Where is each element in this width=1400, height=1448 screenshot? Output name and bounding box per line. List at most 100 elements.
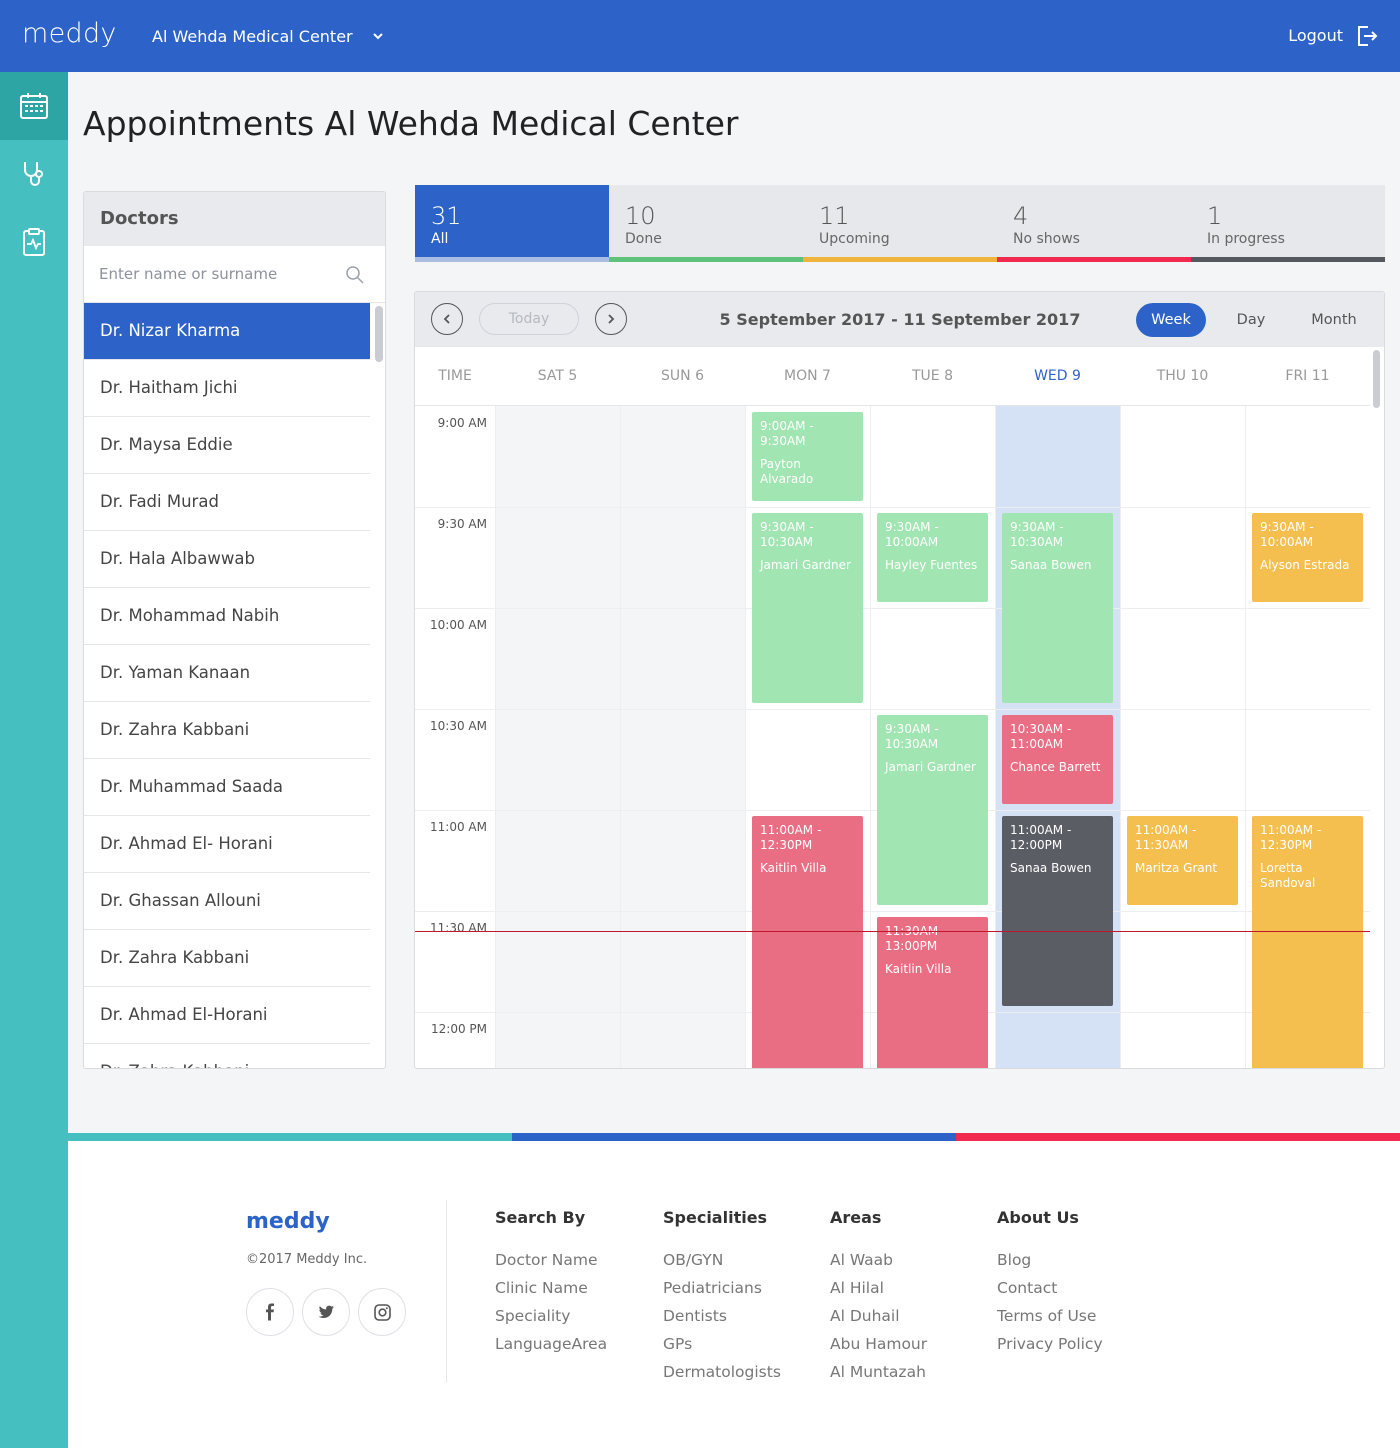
day-column[interactable] [620,406,745,1068]
status-count: 1 [1207,202,1223,230]
footer-link[interactable]: Al Hilal [830,1274,927,1302]
appointment-card[interactable]: 11:00AM - 12:30PM Loretta Sandoval [1252,816,1363,1068]
time-label: 9:30 AM [437,517,487,531]
doctor-list-item[interactable]: Dr. Ahmad El- Horani [84,816,370,873]
prev-week-button[interactable] [431,303,463,335]
clinic-selector[interactable]: Al Wehda Medical Center [152,27,353,46]
status-bar [609,257,803,262]
doctor-list-item[interactable]: Dr. Mohammad Nabih [84,588,370,645]
day-header[interactable]: WED 9 [995,347,1120,406]
appointment-card[interactable]: 11:30AM - 13:00PM Kaitlin Villa [877,917,988,1068]
sidebar-item-doctors[interactable] [0,140,68,208]
status-tab-in-progress[interactable]: 1 In progress [1191,185,1385,262]
appointment-card[interactable]: 11:00AM - 12:30PM Kaitlin Villa [752,816,863,1068]
appointment-patient: Hayley Fuentes [885,558,978,572]
status-label: In progress [1207,231,1285,247]
status-bar [997,257,1191,262]
day-header[interactable]: MON 7 [745,347,870,406]
next-week-button[interactable] [595,303,627,335]
calendar-toolbar: Today 5 September 2017 - 11 September 20… [415,292,1384,347]
footer-link[interactable]: Abu Hamour [830,1330,927,1358]
day-column[interactable] [1120,406,1245,1068]
footer-link[interactable]: Al Muntazah [830,1358,927,1386]
footer-column: Specialities OB/GYN Pediatricians Dentists G… [663,1208,781,1386]
footer-link[interactable]: Al Waab [830,1246,927,1274]
appointment-card[interactable]: 9:30AM - 10:30AM Sanaa Bowen [1002,513,1113,703]
footer-link[interactable]: Speciality [495,1302,607,1330]
footer-link[interactable]: LanguageArea [495,1330,607,1358]
doctor-list-item[interactable]: Dr. Muhammad Saada [84,759,370,816]
appointment-card[interactable]: 10:30AM - 11:00AM Chance Barrett [1002,715,1113,804]
doctor-list-item[interactable]: Dr. Yaman Kanaan [84,645,370,702]
doctor-list-item[interactable]: Dr. Maysa Eddie [84,417,370,474]
time-label: 9:00 AM [437,416,487,430]
today-button[interactable]: Today [479,303,579,335]
appointment-patient: Sanaa Bowen [1010,861,1092,875]
appointment-card[interactable]: 11:00AM - 11:30AM Maritza Grant [1127,816,1238,905]
doctor-search-input[interactable] [84,246,384,302]
status-tab-done[interactable]: 10 Done [609,185,803,262]
status-tab-no-shows[interactable]: 4 No shows [997,185,1191,262]
doctor-list-item[interactable]: Dr. Haitham Jichi [84,360,370,417]
sidebar-item-reports[interactable] [0,208,68,276]
chevron-down-icon[interactable] [372,30,384,42]
appointment-time: 9:30AM - 10:00AM [885,520,939,549]
appointment-patient: Loretta Sandoval [1260,861,1316,890]
footer-link[interactable]: Dermatologists [663,1358,781,1386]
status-tab-upcoming[interactable]: 11 Upcoming [803,185,997,262]
day-header[interactable]: FRI 11 [1245,347,1370,406]
footer-column: About Us Blog Contact Terms of Use Privacy P… [997,1208,1103,1358]
footer-logo[interactable]: meddy [246,1209,330,1234]
instagram-button[interactable] [358,1288,406,1336]
sidebar-item-appointments[interactable] [0,72,68,140]
view-month-button[interactable]: Month [1297,303,1371,337]
day-header[interactable]: TUE 8 [870,347,995,406]
day-header[interactable]: SUN 6 [620,347,745,406]
doctor-list-item[interactable]: Dr. Zahra Kabbani [84,1044,370,1068]
appointment-card[interactable]: 9:00AM - 9:30AM Payton Alvarado [752,412,863,501]
footer-link[interactable]: Contact [997,1274,1103,1302]
footer-link[interactable]: Dentists [663,1302,781,1330]
doctor-list-item[interactable]: Dr. Ghassan Allouni [84,873,370,930]
doctor-list-scrollbar[interactable] [375,306,383,362]
appointment-card[interactable]: 9:30AM - 10:30AM Jamari Gardner [877,715,988,905]
appointment-patient: Maritza Grant [1135,861,1218,875]
day-column[interactable] [495,406,620,1068]
doctor-list-item[interactable]: Dr. Ahmad El-Horani [84,987,370,1044]
appointment-card[interactable]: 9:30AM - 10:00AM Alyson Estrada [1252,513,1363,602]
app-logo[interactable]: meddy [22,18,117,49]
footer-link[interactable]: Al Duhail [830,1302,927,1330]
doctor-list-item[interactable]: Dr. Nizar Kharma [84,303,370,360]
footer-link[interactable]: Blog [997,1246,1103,1274]
facebook-button[interactable] [246,1288,294,1336]
doctor-list-item[interactable]: Dr. Zahra Kabbani [84,930,370,987]
doctor-list-item[interactable]: Dr. Zahra Kabbani [84,702,370,759]
current-time-indicator [415,931,1370,933]
logout-button[interactable]: Logout [1288,26,1343,45]
footer-link[interactable]: Privacy Policy [997,1330,1103,1358]
doctors-panel: Doctors Dr. Nizar KharmaDr. Haitham Jich… [83,191,386,1069]
footer-link[interactable]: Terms of Use [997,1302,1103,1330]
doctor-list-item[interactable]: Dr. Fadi Murad [84,474,370,531]
footer-link[interactable]: Clinic Name [495,1274,607,1302]
view-week-button[interactable]: Week [1136,303,1206,337]
view-day-button[interactable]: Day [1215,303,1287,337]
doctor-list-item[interactable]: Dr. Hala Albawwab [84,531,370,588]
appointment-time: 9:30AM - 10:30AM [1010,520,1064,549]
day-header[interactable]: THU 10 [1120,347,1245,406]
date-range-label: 5 September 2017 - 11 September 2017 [719,310,1081,329]
logout-icon[interactable] [1354,24,1378,48]
footer-link[interactable]: OB/GYN [663,1246,781,1274]
appointment-card[interactable]: 9:30AM - 10:30AM Jamari Gardner [752,513,863,703]
footer-link[interactable]: Pediatricians [663,1274,781,1302]
twitter-button[interactable] [302,1288,350,1336]
day-header[interactable]: SAT 5 [495,347,620,406]
appointment-patient: Sanaa Bowen [1010,558,1092,572]
appointment-card[interactable]: 11:00AM - 12:00PM Sanaa Bowen [1002,816,1113,1006]
calendar-scrollbar[interactable] [1373,350,1380,408]
footer-link[interactable]: Doctor Name [495,1246,607,1274]
status-tab-all[interactable]: 31 All [415,185,609,262]
search-icon[interactable] [345,265,365,285]
appointment-card[interactable]: 9:30AM - 10:00AM Hayley Fuentes [877,513,988,602]
footer-link[interactable]: GPs [663,1330,781,1358]
